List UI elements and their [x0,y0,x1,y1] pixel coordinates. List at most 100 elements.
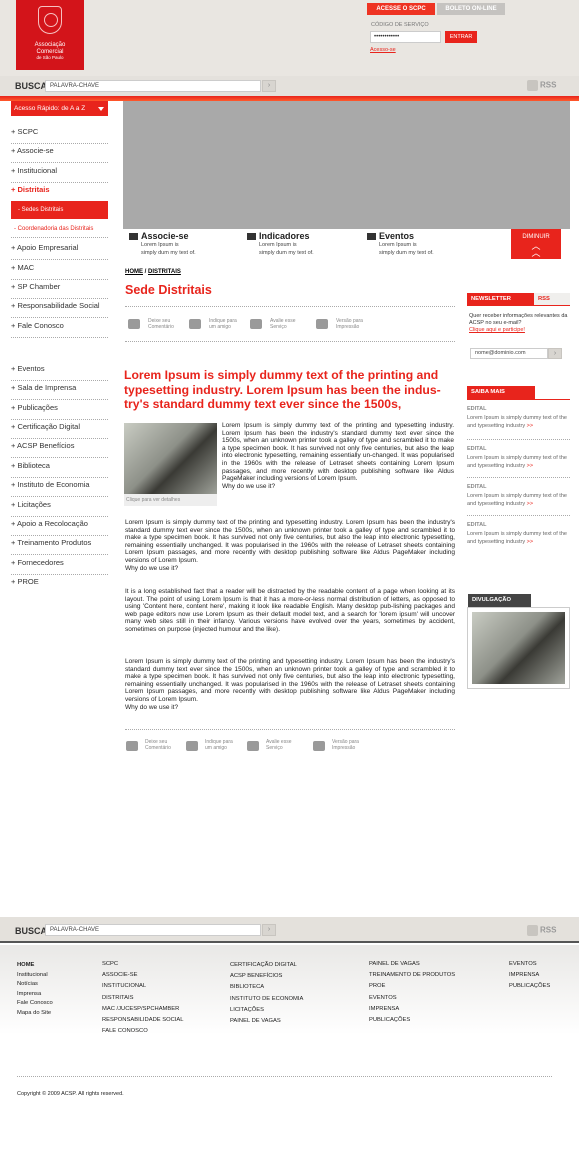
sidebar-subitem-sedes-distritais[interactable]: - Sedes Distritais [11,201,108,219]
sidebar-item-institucional[interactable]: + Institucional [11,163,108,183]
star-icon[interactable] [250,319,262,329]
sidebar-item-instituto-economia[interactable]: + Instituto de Economia [11,477,108,497]
sidebar-item-biblioteca[interactable]: + Biblioteca [11,458,108,478]
versao-impressao-link[interactable]: Versão para Impressão [336,318,363,330]
footer-link[interactable]: RESPONSABILIDADE SOCIAL [102,1015,184,1026]
sidebar-subitem-coordenadoria[interactable]: - Coordenadoria das Distritais [11,220,108,238]
footer-link[interactable]: IMPRENSA [369,1004,455,1015]
article-photo[interactable] [124,423,217,494]
edital-more-link[interactable]: >> [527,423,533,429]
footer-search-input[interactable]: PALAVRA-CHAVE [45,924,261,936]
footer-link[interactable]: PUBLICAÇÕES [369,1015,455,1026]
footer-link[interactable]: INSTITUTO DE ECONOMIA [230,994,303,1005]
sidebar-item-scpc[interactable]: + SCPC [11,124,108,144]
avalie-servico-link[interactable]: Avalie esse Serviço [270,318,295,330]
sidebar-item-responsabilidade-social[interactable]: + Responsabilidade Social [11,298,108,318]
sidebar-item-mac[interactable]: + MAC [11,260,108,280]
edital-more-link[interactable]: >> [527,539,533,545]
edital-more-link[interactable]: >> [527,463,533,469]
sidebar-item-apoio-empresarial[interactable]: + Apoio Empresarial [11,240,108,260]
sidebar-item-distritais[interactable]: + Distritais [11,182,108,202]
footer-link[interactable]: MAC /JUCESP/SPCHAMBER [102,1004,184,1015]
sidebar-item-associe-se[interactable]: + Associe-se [11,143,108,163]
indique-amigo-link[interactable]: Indique para um amigo [205,739,233,751]
footer-link[interactable]: PROE [369,981,455,992]
footer-link[interactable]: FALE CONOSCO [102,1026,184,1037]
footer-link[interactable]: EVENTOS [369,993,455,1004]
indique-amigo-link[interactable]: Indique para um amigo [209,318,237,330]
footer-link[interactable]: Mapa do Site [17,1009,53,1019]
newsletter-link[interactable]: Clique aqui e participe! [469,327,525,333]
breadcrumb-home[interactable]: HOME [125,269,143,275]
footer-link[interactable]: CERTIFICAÇÃO DIGITAL [230,960,303,971]
printer-icon[interactable] [316,319,328,329]
footer-link[interactable]: LICITAÇÕES [230,1005,303,1016]
tab-boleto-online[interactable]: BOLETO ON-LINE [437,3,505,15]
codigo-servico-input[interactable]: •••••••••••• [370,31,441,43]
sidebar-item-eventos[interactable]: + Eventos [11,361,108,381]
edital-item[interactable]: EDITAL Lorem Ipsum is simply dummy text o… [467,484,570,508]
footer-link[interactable]: ACSP BENEFÍCIOS [230,971,303,982]
sidebar-item-acsp-beneficios[interactable]: + ACSP Benefícios [11,438,108,458]
photo-caption[interactable]: Clique para ver detalhes [124,494,217,506]
footer-search-go-button[interactable]: › [262,924,276,936]
rss-link[interactable]: RSS [527,80,556,91]
footer-link[interactable]: Institucional [17,971,53,981]
sidebar-item-licitacoes[interactable]: + Licitações [11,497,108,517]
footer-link[interactable]: TREINAMENTO DE PRODUTOS [369,970,455,981]
footer-link[interactable]: ASSOCIE-SE [102,970,184,981]
versao-impressao-link[interactable]: Versão para Impressão [332,739,359,751]
thumbs-up-icon[interactable] [189,319,201,329]
divulgacao-box[interactable] [467,607,570,689]
search-input[interactable]: PALAVRA-CHAVE [45,80,261,92]
footer-link[interactable]: BIBLIOTECA [230,982,303,993]
footer-link[interactable]: Fale Conosco [17,999,53,1009]
comment-icon[interactable] [128,319,140,329]
newsletter-submit-button[interactable]: › [548,348,562,359]
deixe-comentario-link[interactable]: Deixe seu Comentário [148,318,174,330]
deixe-comentario-link[interactable]: Deixe seu Comentário [145,739,171,751]
thumbs-up-icon[interactable] [186,741,198,751]
sidebar-item-sala-imprensa[interactable]: + Sala de Imprensa [11,380,108,400]
diminuir-button[interactable]: DIMINUIR ︿ ︿ [511,229,561,259]
tab-newsletter[interactable]: NEWSLETTER [467,293,534,305]
footer-link[interactable]: EVENTOS [509,959,550,970]
banner-item-associe-se[interactable]: Associe-se Lorem Ipsum is simply dum my … [129,231,196,257]
banner-item-indicadores[interactable]: Indicadores Lorem Ipsum is simply dum my… [247,231,314,257]
sidebar-item-publicacoes[interactable]: + Publicações [11,400,108,420]
sidebar-item-certificacao-digital[interactable]: + Certificação Digital [11,419,108,439]
footer-link-home[interactable]: HOME [17,961,53,971]
sidebar-item-fale-conosco[interactable]: + Fale Conosco [11,318,108,338]
breadcrumb-current[interactable]: DISTRITAIS [148,269,181,275]
footer-link[interactable]: INSTITUCIONAL [102,981,184,992]
footer-link[interactable]: SCPC [102,959,184,970]
printer-icon[interactable] [313,741,325,751]
acesso-link[interactable]: Acesso-se [370,47,396,53]
quick-access-dropdown[interactable]: Acesso Rápido: de A a Z [11,101,108,116]
star-icon[interactable] [247,741,259,751]
sidebar-item-treinamento-produtos[interactable]: + Treinamento Produtos [11,535,108,555]
footer-link[interactable]: Notícias [17,980,53,990]
edital-item[interactable]: EDITAL Lorem Ipsum is simply dummy text o… [467,446,570,470]
footer-rss-link[interactable]: RSS [527,925,556,936]
sidebar-item-fornecedores[interactable]: + Fornecedores [11,555,108,575]
sidebar-item-sp-chamber[interactable]: + SP Chamber [11,279,108,299]
comment-icon[interactable] [126,741,138,751]
edital-item[interactable]: EDITAL Lorem Ipsum is simply dummy text o… [467,522,570,546]
footer-link[interactable]: IMPRENSA [509,970,550,981]
entrar-button[interactable]: ENTRAR [445,31,477,43]
footer-link[interactable]: Imprensa [17,990,53,1000]
footer-link[interactable]: PUBLICAÇÕES [509,981,550,992]
sidebar-item-proe[interactable]: + PROE [11,574,108,594]
footer-link[interactable]: PAINEL DE VAGAS [369,959,455,970]
tab-rss[interactable]: RSS [534,293,570,305]
avalie-servico-link[interactable]: Avalie esse Serviço [266,739,291,751]
edital-item[interactable]: EDITAL Lorem Ipsum is simply dummy text o… [467,406,570,430]
acsp-logo[interactable]: Associação Comercial de São Paulo [16,0,84,70]
tab-acesse-scpc[interactable]: ACESSE O SCPC [367,3,435,15]
edital-more-link[interactable]: >> [527,501,533,507]
sidebar-item-apoio-recolocacao[interactable]: + Apoio a Recolocação [11,516,108,536]
footer-link[interactable]: PAINEL DE VAGAS [230,1016,303,1027]
banner-item-eventos[interactable]: Eventos Lorem Ipsum is simply dum my tex… [367,231,434,257]
search-go-button[interactable]: › [262,80,276,92]
